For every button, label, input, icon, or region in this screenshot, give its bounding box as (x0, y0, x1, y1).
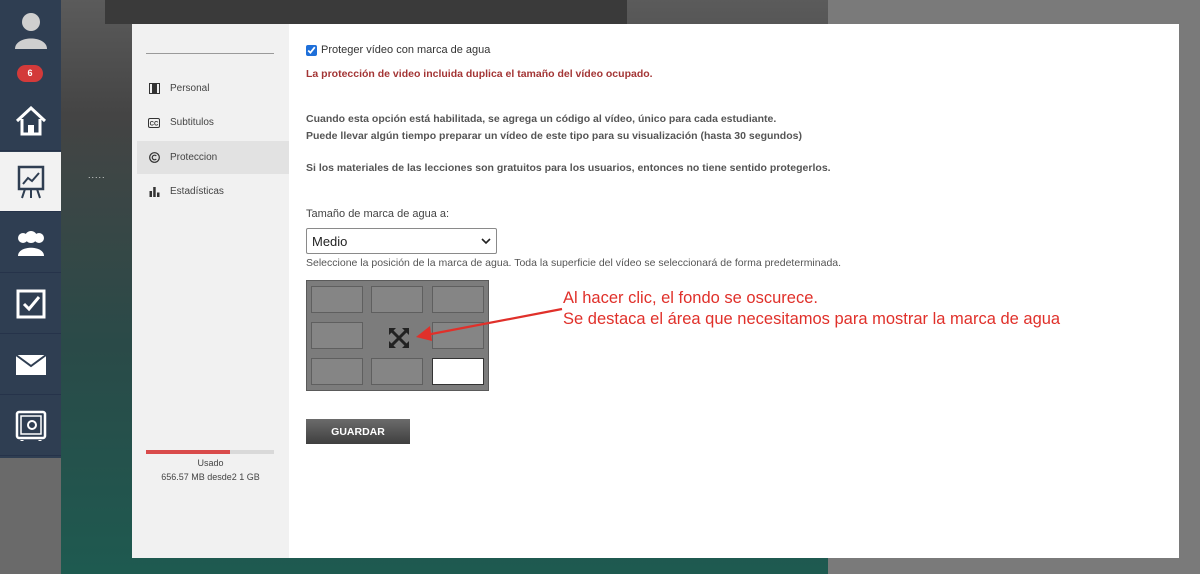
watermark-size-select[interactable]: Medio (306, 228, 497, 254)
safe-settings-icon (15, 410, 46, 441)
sidebar-item-label: Personal (170, 83, 210, 94)
background-photo-top (105, 0, 627, 24)
nav-home[interactable] (0, 91, 61, 151)
sidebar-item-subtitulos[interactable]: CC Subtitulos (137, 106, 289, 139)
notification-badge[interactable]: 6 (17, 65, 43, 82)
position-cell-middle-left[interactable] (311, 322, 363, 349)
background-dots: ..... (88, 170, 106, 180)
nav-presentation[interactable] (0, 152, 61, 212)
sidebar-item-label: Subtitulos (170, 117, 214, 128)
info-text: Cuando esta opción está habilitada, se a… (306, 111, 802, 145)
info-line-3: Si los materiales de las lecciones son g… (306, 162, 831, 174)
app-sidebar: 6 (0, 0, 61, 574)
position-cell-bottom-right[interactable] (432, 358, 484, 385)
position-cell-bottom-left[interactable] (311, 358, 363, 385)
cc-icon: CC (148, 117, 160, 129)
info-line-1: Cuando esta opción está habilitada, se a… (306, 113, 777, 125)
annotation-line-2: Se destaca el área que necesitamos para … (563, 310, 1061, 328)
watermark-size-label: Tamaño de marca de agua a: (306, 208, 450, 220)
user-avatar-icon (14, 13, 47, 49)
bar-chart-icon (148, 186, 160, 198)
info-line-2: Puede llevar algún tiempo preparar un ví… (306, 130, 802, 142)
svg-text:CC: CC (150, 121, 159, 127)
users-icon (17, 230, 44, 256)
sidebar-item-label: Proteccion (170, 152, 218, 163)
watermark-checkbox[interactable] (306, 44, 317, 56)
film-icon (148, 83, 160, 95)
storage-usage-bar (146, 450, 274, 454)
watermark-size-value: Medio (312, 233, 348, 249)
checkbox-icon (16, 289, 45, 318)
settings-sidebar: Personal CC Subtitulos Proteccion Estadí… (132, 24, 289, 558)
watermark-checkbox-label: Proteger vídeo con marca de agua (321, 44, 491, 56)
storage-usage-label: Usado (197, 458, 224, 468)
mail-icon (14, 353, 47, 375)
annotation-arrow (416, 307, 563, 341)
save-button[interactable]: GUARDAR (306, 419, 410, 444)
home-icon (15, 105, 46, 135)
nav-users[interactable] (0, 213, 61, 273)
nav-safe[interactable] (0, 396, 61, 456)
presentation-chart-icon (17, 165, 44, 198)
sidebar-item-estadisticas[interactable]: Estadísticas (137, 175, 289, 208)
sidebar-divider (146, 53, 274, 54)
position-cell-bottom-center[interactable] (371, 358, 423, 385)
watermark-toggle[interactable]: Proteger vídeo con marca de agua (306, 44, 490, 56)
annotation-text: Al hacer clic, el fondo se oscurece. Se … (563, 288, 1060, 330)
user-avatar[interactable] (0, 0, 61, 58)
storage-usage-fill (146, 450, 231, 454)
nav-tasks[interactable] (0, 274, 61, 334)
annotation-line-1: Al hacer clic, el fondo se oscurece. (563, 289, 818, 307)
copyright-icon (148, 152, 160, 164)
size-warning: La protección de video incluida duplica … (306, 68, 653, 80)
chevron-down-icon (481, 237, 491, 244)
sidebar-item-personal[interactable]: Personal (137, 72, 289, 105)
sidebar-item-label: Estadísticas (170, 186, 224, 197)
sidebar-item-proteccion[interactable]: Proteccion (137, 141, 289, 174)
position-cell-top-left[interactable] (311, 286, 363, 313)
move-arrows-icon[interactable] (388, 327, 410, 349)
watermark-position-label: Seleccione la posición de la marca de ag… (306, 257, 842, 269)
storage-usage-value: 656.57 MB desde2 1 GB (161, 472, 260, 482)
nav-mail[interactable] (0, 335, 61, 395)
